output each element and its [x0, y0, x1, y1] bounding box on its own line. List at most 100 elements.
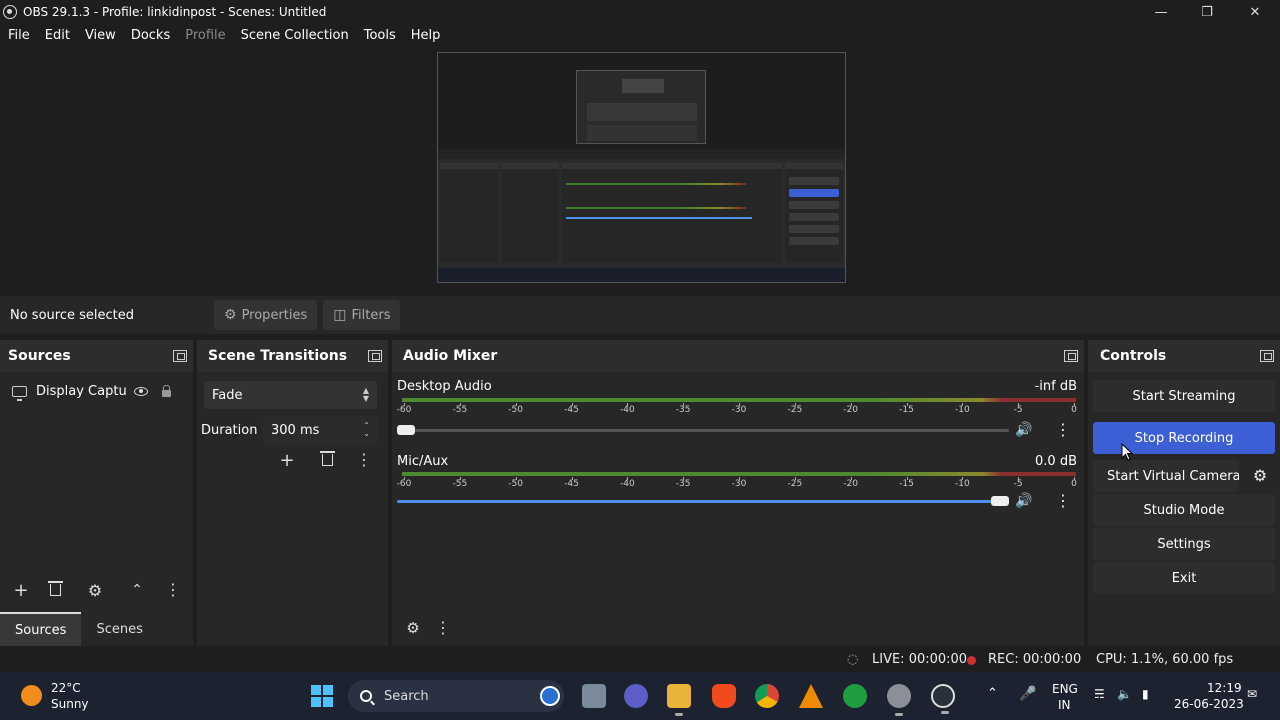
undock-icon[interactable] [173, 350, 187, 362]
volume-handle[interactable] [397, 425, 415, 435]
sun-weather-icon[interactable] [21, 685, 42, 706]
taskbar-search[interactable]: Search [348, 680, 564, 712]
menu-profile[interactable]: Profile [185, 28, 232, 43]
settings-button[interactable]: Settings [1093, 528, 1275, 560]
meter-tick-label: -5 [1013, 405, 1023, 415]
kebab-menu-icon[interactable]: ⋮ [1055, 491, 1071, 510]
undock-icon[interactable] [368, 350, 382, 362]
mixer-more-button[interactable]: ⋮ [430, 614, 456, 642]
brave-browser-icon[interactable] [712, 684, 736, 708]
menu-file[interactable]: File [8, 28, 37, 43]
transition-select[interactable]: Fade ▲ ▼ [204, 381, 377, 409]
kebab-menu-icon[interactable]: ⋮ [1055, 420, 1071, 439]
microphone-icon[interactable]: 🎤 [1019, 686, 1036, 702]
windows-taskbar: 22°C Sunny Search ⌃ 🎤 ENG IN ☴ 🔈 ▮ 12:19… [0, 672, 1280, 720]
chevron-up-icon[interactable]: ⌃ [987, 686, 998, 701]
teams-chat-icon[interactable] [624, 684, 648, 708]
clock-date[interactable]: 26-06-2023 [1174, 697, 1244, 711]
window-title: OBS 29.1.3 - Profile: linkidinpost - Sce… [23, 5, 327, 19]
menu-tools[interactable]: Tools [364, 28, 403, 43]
menu-help[interactable]: Help [411, 28, 448, 43]
tab-sources[interactable]: Sources [0, 612, 82, 646]
source-item[interactable]: Display Captur [0, 376, 193, 406]
battery-icon[interactable]: ▮ [1142, 687, 1149, 701]
tab-scenes[interactable]: Scenes [81, 612, 157, 646]
preview-nested-taskbar [438, 268, 845, 282]
speaker-icon[interactable]: 🔊 [1015, 423, 1032, 437]
meter-tick-label: -55 [452, 479, 468, 489]
volume-icon[interactable]: 🔈 [1117, 687, 1132, 701]
duration-row: Duration 300 ms ⌃ ⌄ [197, 416, 388, 444]
clock-time[interactable]: 12:19 [1207, 681, 1242, 695]
remove-source-button[interactable] [38, 576, 72, 604]
weather-temperature: 22°C [51, 681, 81, 695]
transition-value: Fade [212, 387, 243, 403]
chrome-icon[interactable] [755, 684, 779, 708]
add-source-button[interactable]: + [4, 576, 38, 604]
duration-spinbox[interactable]: 300 ms ⌃ ⌄ [263, 416, 378, 444]
search-placeholder: Search [384, 688, 429, 704]
windows-start-icon[interactable] [311, 685, 333, 707]
task-view-icon[interactable] [582, 684, 606, 708]
meter-tick-label: -25 [787, 405, 803, 415]
up-down-arrows-icon: ⌃ ⌄ [363, 421, 370, 438]
vlc-icon[interactable] [799, 684, 823, 708]
remove-transition-button[interactable] [307, 446, 347, 474]
meter-tick-label: -50 [508, 479, 524, 489]
close-button[interactable]: ✕ [1232, 0, 1278, 24]
properties-button[interactable]: ⚙ Properties [214, 300, 318, 330]
studio-mode-button[interactable]: Studio Mode [1093, 494, 1275, 526]
settings-app-icon[interactable] [887, 684, 911, 716]
start-streaming-button[interactable]: Start Streaming [1093, 380, 1275, 412]
mic-aux-db: 0.0 dB [1035, 454, 1077, 469]
bing-icon[interactable] [540, 686, 560, 706]
filters-button[interactable]: ◫ Filters [323, 300, 401, 330]
filter-icon: ◫ [333, 307, 347, 323]
duration-label: Duration [201, 422, 258, 438]
virtual-camera-settings-icon[interactable]: ⚙ [1252, 468, 1268, 484]
xbox-icon[interactable] [843, 684, 867, 708]
minimize-button[interactable]: — [1138, 0, 1184, 24]
file-explorer-icon[interactable] [667, 684, 691, 716]
advanced-audio-button[interactable]: ⚙ [396, 614, 430, 642]
exit-button[interactable]: Exit [1093, 562, 1275, 594]
menu-view[interactable]: View [85, 28, 123, 43]
start-virtual-camera-button[interactable]: Start Virtual Camera [1093, 460, 1239, 492]
desktop-audio-volume-slider[interactable] [397, 423, 1009, 437]
mixer-dock-header: Audio Mixer [392, 340, 1084, 372]
lock-icon[interactable] [162, 384, 171, 397]
mic-aux-volume-slider[interactable] [397, 494, 1009, 508]
wifi-icon[interactable]: ☴ [1094, 687, 1105, 701]
speaker-icon[interactable]: 🔊 [1015, 494, 1032, 508]
move-up-button[interactable]: ⌃ [118, 576, 156, 604]
obs-app-icon[interactable] [931, 684, 955, 714]
mic-aux-meter [402, 472, 1076, 476]
menu-scene-collection[interactable]: Scene Collection [241, 28, 356, 43]
notification-icon[interactable]: ✉ [1247, 687, 1257, 701]
add-transition-button[interactable]: + [267, 446, 307, 474]
volume-handle[interactable] [991, 496, 1009, 506]
language-line2[interactable]: IN [1058, 698, 1071, 712]
language-line1[interactable]: ENG [1052, 682, 1078, 696]
maximize-button[interactable]: ❐ [1184, 0, 1230, 24]
eye-icon[interactable] [134, 386, 148, 396]
sources-more-button[interactable]: ⋮ [156, 576, 190, 604]
meter-tick-label: -45 [564, 405, 579, 415]
meter-tick-label: -5 [1013, 479, 1023, 489]
undock-icon[interactable] [1064, 350, 1078, 362]
transitions-more-button[interactable]: ⋮ [347, 446, 381, 474]
menu-docks[interactable]: Docks [131, 28, 177, 43]
meter-tick-label: -20 [843, 479, 859, 489]
undock-icon[interactable] [1260, 350, 1274, 362]
transition-row: Fade ▲ ▼ [197, 381, 388, 409]
gear-icon: ⚙ [87, 580, 103, 600]
meter-tick-label: -45 [564, 479, 579, 489]
preview-nested-sources [440, 163, 498, 263]
preview-canvas[interactable] [437, 52, 846, 283]
menu-edit[interactable]: Edit [45, 28, 77, 43]
audio-mixer-dock: Audio Mixer Desktop Audio -inf dB -60 -55… [392, 340, 1084, 646]
source-properties-button[interactable]: ⚙ [72, 576, 118, 604]
up-down-arrows-icon: ▲ ▼ [362, 386, 369, 403]
gears-icon: ⚙ [406, 619, 420, 637]
meter-tick-label: -10 [954, 405, 970, 415]
